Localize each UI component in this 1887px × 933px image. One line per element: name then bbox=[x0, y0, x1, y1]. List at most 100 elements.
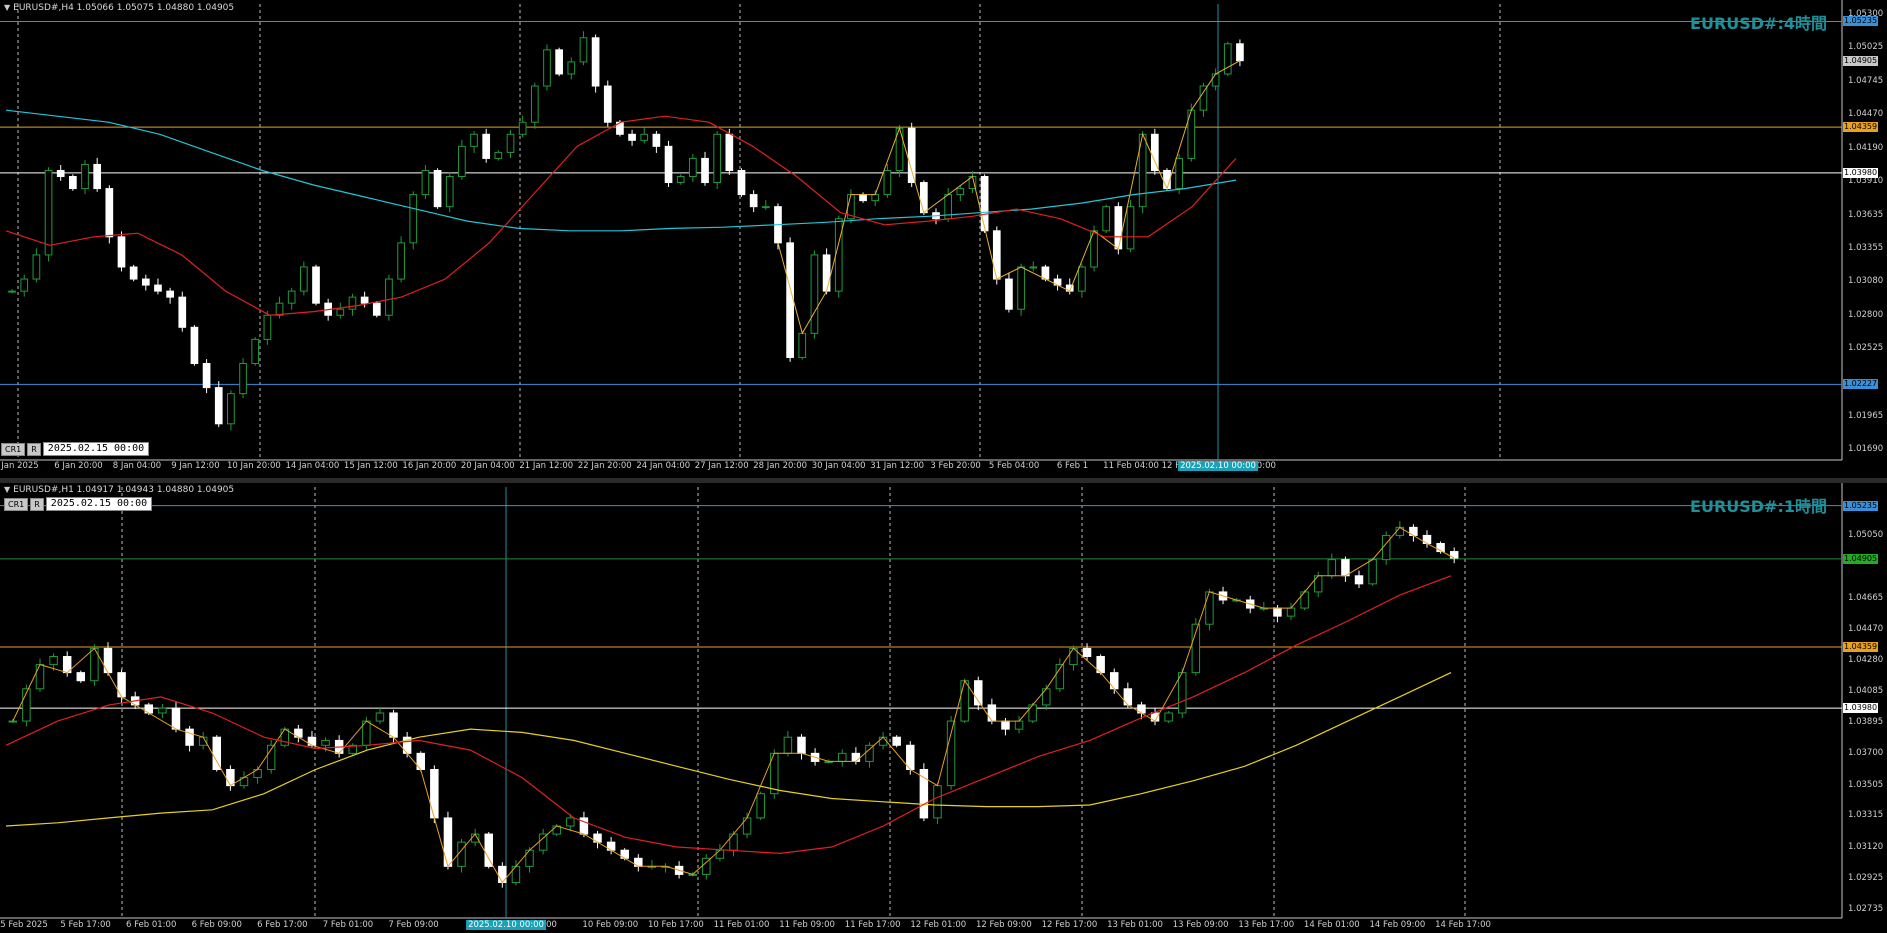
candle-body bbox=[1082, 647, 1092, 657]
candle-body bbox=[494, 151, 503, 159]
price-tick-label: 1.03120 bbox=[1848, 841, 1884, 852]
candle-body bbox=[834, 218, 843, 292]
time-tick-label: 13 Feb 01:00 bbox=[1107, 920, 1163, 930]
candle-body bbox=[35, 664, 45, 690]
time-tick-label: 27 Jan 12:00 bbox=[694, 461, 749, 471]
price-tag: 1.05235 bbox=[1843, 500, 1879, 511]
candle-body bbox=[141, 278, 150, 286]
price-tag: 1.02227 bbox=[1843, 379, 1879, 390]
cr1-button[interactable]: CR1 bbox=[1, 442, 26, 456]
candle-body bbox=[980, 176, 989, 232]
dropdown-triangle-icon[interactable]: ▼ bbox=[4, 485, 10, 494]
candle-body bbox=[185, 728, 194, 746]
cr1-button[interactable]: CR1 bbox=[4, 497, 29, 511]
candle-body bbox=[798, 332, 807, 358]
candle-body bbox=[81, 163, 89, 190]
candle-body bbox=[838, 752, 847, 762]
h4-control-bar: CR1 R 2025.02.15 00:00 bbox=[1, 442, 150, 456]
price-tick-label: 1.03505 bbox=[1848, 779, 1884, 790]
candle-body bbox=[883, 169, 892, 196]
candle-body bbox=[103, 647, 113, 674]
ma-red-moving-average-line bbox=[5, 115, 1237, 316]
candle-body bbox=[783, 736, 793, 754]
h4-chart-header: ▼ EURUSD#,H4 1.05066 1.05075 1.04880 1.04… bbox=[4, 3, 234, 13]
price-tick-label: 1.04190 bbox=[1848, 142, 1884, 153]
time-tick-label: 12 Feb 17:00 bbox=[1041, 920, 1098, 930]
price-tick-label: 1.01690 bbox=[1848, 444, 1884, 455]
time-tick-label: 5 Feb 04:00 bbox=[988, 461, 1040, 471]
h1-header-text: EURUSD#,H1 1.04917 1.04943 1.04880 1.049… bbox=[13, 485, 235, 495]
candle-body bbox=[1001, 720, 1010, 730]
candle-body bbox=[1177, 672, 1187, 714]
dropdown-triangle-icon[interactable]: ▼ bbox=[4, 3, 10, 12]
time-tick-label: 5 Feb 2025 bbox=[0, 920, 48, 930]
date-input[interactable]: 2025.02.15 00:00 bbox=[45, 497, 153, 511]
time-tick-label: 14 Feb 09:00 bbox=[1369, 920, 1426, 930]
time-tick-label: 30 Jan 04:00 bbox=[811, 461, 866, 471]
candle-body bbox=[263, 314, 272, 340]
candle-body bbox=[543, 49, 551, 87]
h1-chart-plot[interactable] bbox=[0, 483, 1887, 933]
candle-body bbox=[865, 744, 874, 762]
candle-body bbox=[421, 169, 430, 196]
candle-body bbox=[457, 841, 466, 867]
r-button[interactable]: R bbox=[30, 497, 44, 511]
time-tick-label: 31 Jan 12:00 bbox=[870, 461, 925, 471]
candle-body bbox=[689, 157, 697, 178]
candle-body bbox=[443, 817, 453, 867]
candle-body bbox=[1354, 575, 1364, 585]
candle-body bbox=[567, 61, 576, 75]
price-tick-label: 1.04665 bbox=[1848, 592, 1884, 603]
date-input[interactable]: 2025.02.15 00:00 bbox=[42, 442, 150, 456]
time-tick-label: 10 Feb 09:00 bbox=[582, 920, 639, 930]
candle-body bbox=[76, 672, 86, 682]
candle-body bbox=[397, 242, 405, 280]
candle-body bbox=[538, 833, 548, 851]
time-tick-label: 11 Feb 04:00 bbox=[1103, 461, 1159, 471]
h1-control-bar: CR1 R 2025.02.15 00:00 bbox=[4, 497, 153, 511]
candle-body bbox=[1017, 266, 1025, 310]
chart-panel-h1[interactable]: ▼ EURUSD#,H1 1.04917 1.04943 1.04880 1.04… bbox=[0, 483, 1887, 933]
time-tick-label: 14 Jan 04:00 bbox=[285, 461, 340, 471]
candle-body bbox=[20, 278, 29, 292]
price-tag: 1.04359 bbox=[1843, 641, 1879, 652]
h4-chart-plot[interactable] bbox=[0, 0, 1887, 478]
candle-body bbox=[1014, 720, 1024, 730]
candle-body bbox=[1368, 559, 1377, 585]
time-tick-label: 13 Feb 17:00 bbox=[1238, 920, 1295, 930]
time-tick-label: 6 Feb 09:00 bbox=[191, 920, 242, 930]
candle-body bbox=[1150, 133, 1159, 171]
price-tick-label: 1.02735 bbox=[1848, 904, 1884, 915]
candle-body bbox=[676, 176, 685, 184]
candle-body bbox=[797, 736, 806, 754]
crosshair-time-label: 2025.02.10 00:00 bbox=[1178, 461, 1258, 471]
time-tick-label: 9 Jan 12:00 bbox=[171, 461, 220, 471]
candle-body bbox=[336, 308, 345, 316]
time-tick-label: 6 Jan 20:00 bbox=[54, 461, 103, 471]
candle-body bbox=[892, 736, 901, 746]
time-tick-label: 22 Jan 20:00 bbox=[577, 461, 632, 471]
price-tag: 1.03980 bbox=[1843, 703, 1879, 714]
candle-body bbox=[960, 680, 969, 722]
candle-body bbox=[1029, 266, 1038, 269]
candle-body bbox=[664, 145, 673, 184]
chart-panel-h4[interactable]: ▼ EURUSD#,H4 1.05066 1.05075 1.04880 1.04… bbox=[0, 0, 1887, 478]
time-tick-label: 5 Feb 17:00 bbox=[60, 920, 111, 930]
candle-body bbox=[484, 833, 493, 867]
candle-body bbox=[1175, 157, 1183, 190]
crosshair-time-label: 2025.02.10 00:00 bbox=[466, 920, 546, 930]
candle-body bbox=[1114, 206, 1123, 250]
candle-body bbox=[810, 254, 819, 334]
ma-yellow-moving-average-line bbox=[5, 672, 1452, 827]
price-tick-label: 1.05025 bbox=[1848, 41, 1884, 52]
r-button[interactable]: R bbox=[27, 442, 41, 456]
candle-body bbox=[385, 278, 393, 316]
candle-body bbox=[300, 266, 308, 292]
candle-body bbox=[1381, 534, 1391, 561]
candle-body bbox=[713, 133, 722, 184]
candle-body bbox=[640, 133, 649, 141]
candle-body bbox=[1199, 85, 1208, 111]
candle-body bbox=[1327, 559, 1337, 577]
time-tick-label: 6 Feb 17:00 bbox=[257, 920, 308, 930]
candle-body bbox=[946, 720, 956, 787]
